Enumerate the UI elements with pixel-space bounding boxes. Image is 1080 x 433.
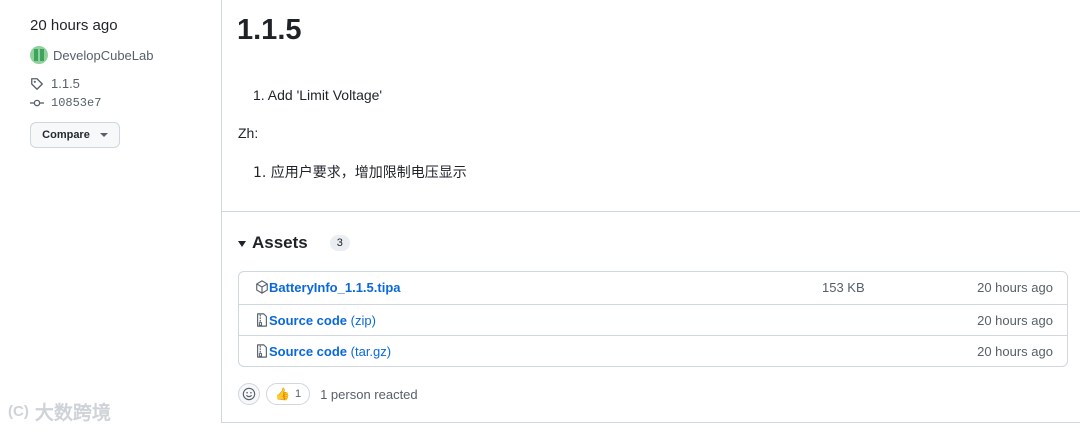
asset-size: 153 KB	[822, 280, 865, 295]
release-time: 20 hours ago	[30, 17, 118, 34]
author-link[interactable]: DevelopCubeLab	[30, 46, 153, 64]
file-zip-icon	[257, 313, 267, 327]
commit-link[interactable]: 10853e7	[30, 96, 101, 110]
watermark-text: 大数跨境	[34, 403, 111, 424]
divider	[222, 211, 1080, 212]
chevron-down-icon	[99, 133, 108, 137]
package-icon	[256, 280, 268, 294]
asset-link[interactable]: Source code (zip)	[269, 313, 376, 328]
asset-name: Source code	[269, 343, 348, 359]
asset-time: 20 hours ago	[977, 343, 1053, 359]
smiley-icon	[242, 387, 256, 401]
release-note-zh: 1. 应用户要求，增加限制电压显示	[253, 165, 467, 181]
asset-row: BatteryInfo_1.1.5.tipa 153 KB 20 hours a…	[239, 272, 1067, 303]
asset-link[interactable]: Source code (tar.gz)	[269, 344, 391, 359]
assets-toggle[interactable]: Assets 3	[238, 233, 350, 253]
release-card: 1.1.5 1. Add 'Limit Voltage' Zh: 1. 应用户要…	[221, 0, 1080, 423]
tag-icon	[31, 77, 43, 90]
add-reaction-button[interactable]	[238, 383, 260, 405]
compare-button[interactable]: Compare	[30, 122, 120, 148]
asset-link[interactable]: BatteryInfo_1.1.5.tipa	[269, 280, 401, 295]
watermark: (C) 大数跨境	[8, 398, 111, 425]
reaction-count: 1	[294, 388, 302, 400]
asset-time: 20 hours ago	[977, 312, 1053, 328]
release-sidebar: 20 hours ago DevelopCubeLab 1.1.5 10853e…	[0, 0, 222, 433]
release-title[interactable]: 1.1.5	[237, 14, 302, 47]
commit-hash: 10853e7	[51, 96, 102, 110]
asset-name: BatteryInfo_1.1.5.tipa	[269, 280, 401, 295]
thumbs-up-reaction[interactable]: 👍 1	[266, 383, 311, 405]
asset-row: Source code (tar.gz) 20 hours ago	[239, 335, 1067, 366]
zh-label: Zh:	[238, 125, 259, 141]
assets-count-badge: 3	[329, 235, 350, 251]
commit-icon	[30, 99, 44, 107]
assets-title: Assets	[252, 233, 308, 252]
release-note-en: 1. Add 'Limit Voltage'	[253, 87, 383, 103]
asset-name: Source code	[269, 312, 348, 328]
author-name: DevelopCubeLab	[53, 47, 154, 63]
avatar	[30, 46, 48, 64]
triangle-down-icon	[238, 241, 246, 247]
compare-label: Compare	[42, 129, 90, 141]
reactions-bar: 👍 1 1 person reacted	[238, 383, 418, 405]
watermark-logo: (C)	[8, 403, 29, 420]
tag-name: 1.1.5	[51, 76, 80, 91]
asset-ext: (zip)	[347, 312, 376, 328]
reaction-summary: 1 person reacted	[320, 386, 418, 402]
asset-ext: (tar.gz)	[347, 343, 392, 359]
assets-list: BatteryInfo_1.1.5.tipa 153 KB 20 hours a…	[238, 271, 1068, 367]
tag-link[interactable]: 1.1.5	[30, 76, 80, 91]
thumbs-up-icon: 👍	[275, 387, 290, 401]
asset-time: 20 hours ago	[977, 280, 1053, 295]
file-zip-icon	[257, 344, 267, 358]
asset-row: Source code (zip) 20 hours ago	[239, 304, 1067, 335]
